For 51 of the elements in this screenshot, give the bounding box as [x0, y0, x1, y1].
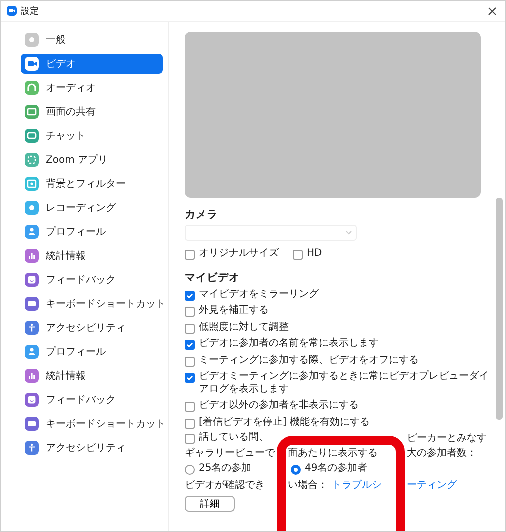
- sidebar-item[interactable]: 統計情報: [21, 246, 163, 266]
- close-button[interactable]: [486, 4, 499, 18]
- radio-option[interactable]: 25名の参加: [185, 462, 252, 476]
- sidebar-item[interactable]: プロフィール: [21, 342, 163, 362]
- gallery-label: 大の参加者数：: [407, 446, 477, 460]
- checkmark-icon: [186, 341, 194, 349]
- checkbox-option[interactable]: 外見を補正する: [185, 305, 491, 318]
- sidebar-item[interactable]: オーディオ: [21, 78, 163, 98]
- sidebar-item[interactable]: レコーディング: [21, 198, 163, 218]
- gallery-label: ギャラリービューで: [185, 447, 275, 460]
- checkbox-option[interactable]: ビデオ以外の参加者を非表示にする: [185, 400, 491, 412]
- sidebar-item[interactable]: フィードバック: [21, 270, 163, 290]
- sidebar-item[interactable]: プロフィール: [21, 222, 163, 242]
- troubleshoot-text: い場合：: [288, 479, 328, 492]
- sidebar-item[interactable]: アクセシビリティ: [21, 318, 163, 338]
- chevron-down-icon: [346, 231, 352, 235]
- checkbox-option[interactable]: ミーティングに参加する際、ビデオをオフにする: [185, 354, 491, 367]
- sidebar-item[interactable]: 統計情報: [21, 366, 163, 386]
- checkbox-option[interactable]: オリジナルサイズ: [185, 248, 279, 260]
- sidebar-item[interactable]: Zoom アプリ: [21, 150, 163, 170]
- radio-option[interactable]: 49名の参加者: [291, 462, 368, 476]
- sidebar-item[interactable]: 一般: [21, 30, 163, 50]
- sidebar-item[interactable]: チャット: [21, 126, 163, 146]
- sidebar-item[interactable]: ビデオ: [21, 54, 163, 74]
- window-title: 設定: [21, 6, 40, 18]
- option-text: ピーカーとみなす: [407, 432, 487, 445]
- section-heading: マイビデオ: [185, 270, 241, 284]
- sidebar-item[interactable]: キーボードショートカット: [21, 414, 163, 434]
- sidebar-item[interactable]: フィードバック: [21, 390, 163, 410]
- troubleshoot-link[interactable]: ーティング: [407, 478, 457, 492]
- checkbox-option[interactable]: HD: [293, 248, 322, 260]
- checkmark-icon: [186, 292, 194, 300]
- sidebar-item[interactable]: 背景とフィルター: [21, 174, 163, 194]
- sidebar-item[interactable]: アクセシビリティ: [21, 438, 163, 458]
- checkbox-option[interactable]: 低照度に対して調整: [185, 322, 491, 334]
- details-button[interactable]: 詳細: [185, 496, 235, 512]
- checkbox-option[interactable]: 話している間、: [185, 432, 269, 444]
- checkbox-option[interactable]: マイビデオをミラーリング: [185, 288, 491, 301]
- sidebar-item[interactable]: キーボードショートカット: [21, 294, 163, 314]
- gallery-label: 面あたりに表示する: [288, 446, 378, 460]
- camera-dropdown[interactable]: [185, 225, 357, 241]
- troubleshoot-link[interactable]: トラブルシ: [332, 478, 382, 492]
- checkbox-option[interactable]: ビデオミーティングに参加するときに常にビデオプレビューダイアログを表示します: [185, 371, 491, 396]
- scrollbar-thumb[interactable]: [496, 198, 503, 420]
- section-heading: カメラ: [185, 208, 219, 222]
- camera-icon: [7, 6, 17, 16]
- checkbox-option[interactable]: ビデオに参加者の名前を常に表示します: [185, 338, 491, 350]
- checkmark-icon: [186, 374, 194, 382]
- troubleshoot-text: ビデオが確認でき: [185, 478, 265, 492]
- sidebar-item[interactable]: 画面の共有: [21, 102, 163, 122]
- checkbox-option[interactable]: [着信ビデオを停止] 機能を有効にする: [185, 416, 491, 429]
